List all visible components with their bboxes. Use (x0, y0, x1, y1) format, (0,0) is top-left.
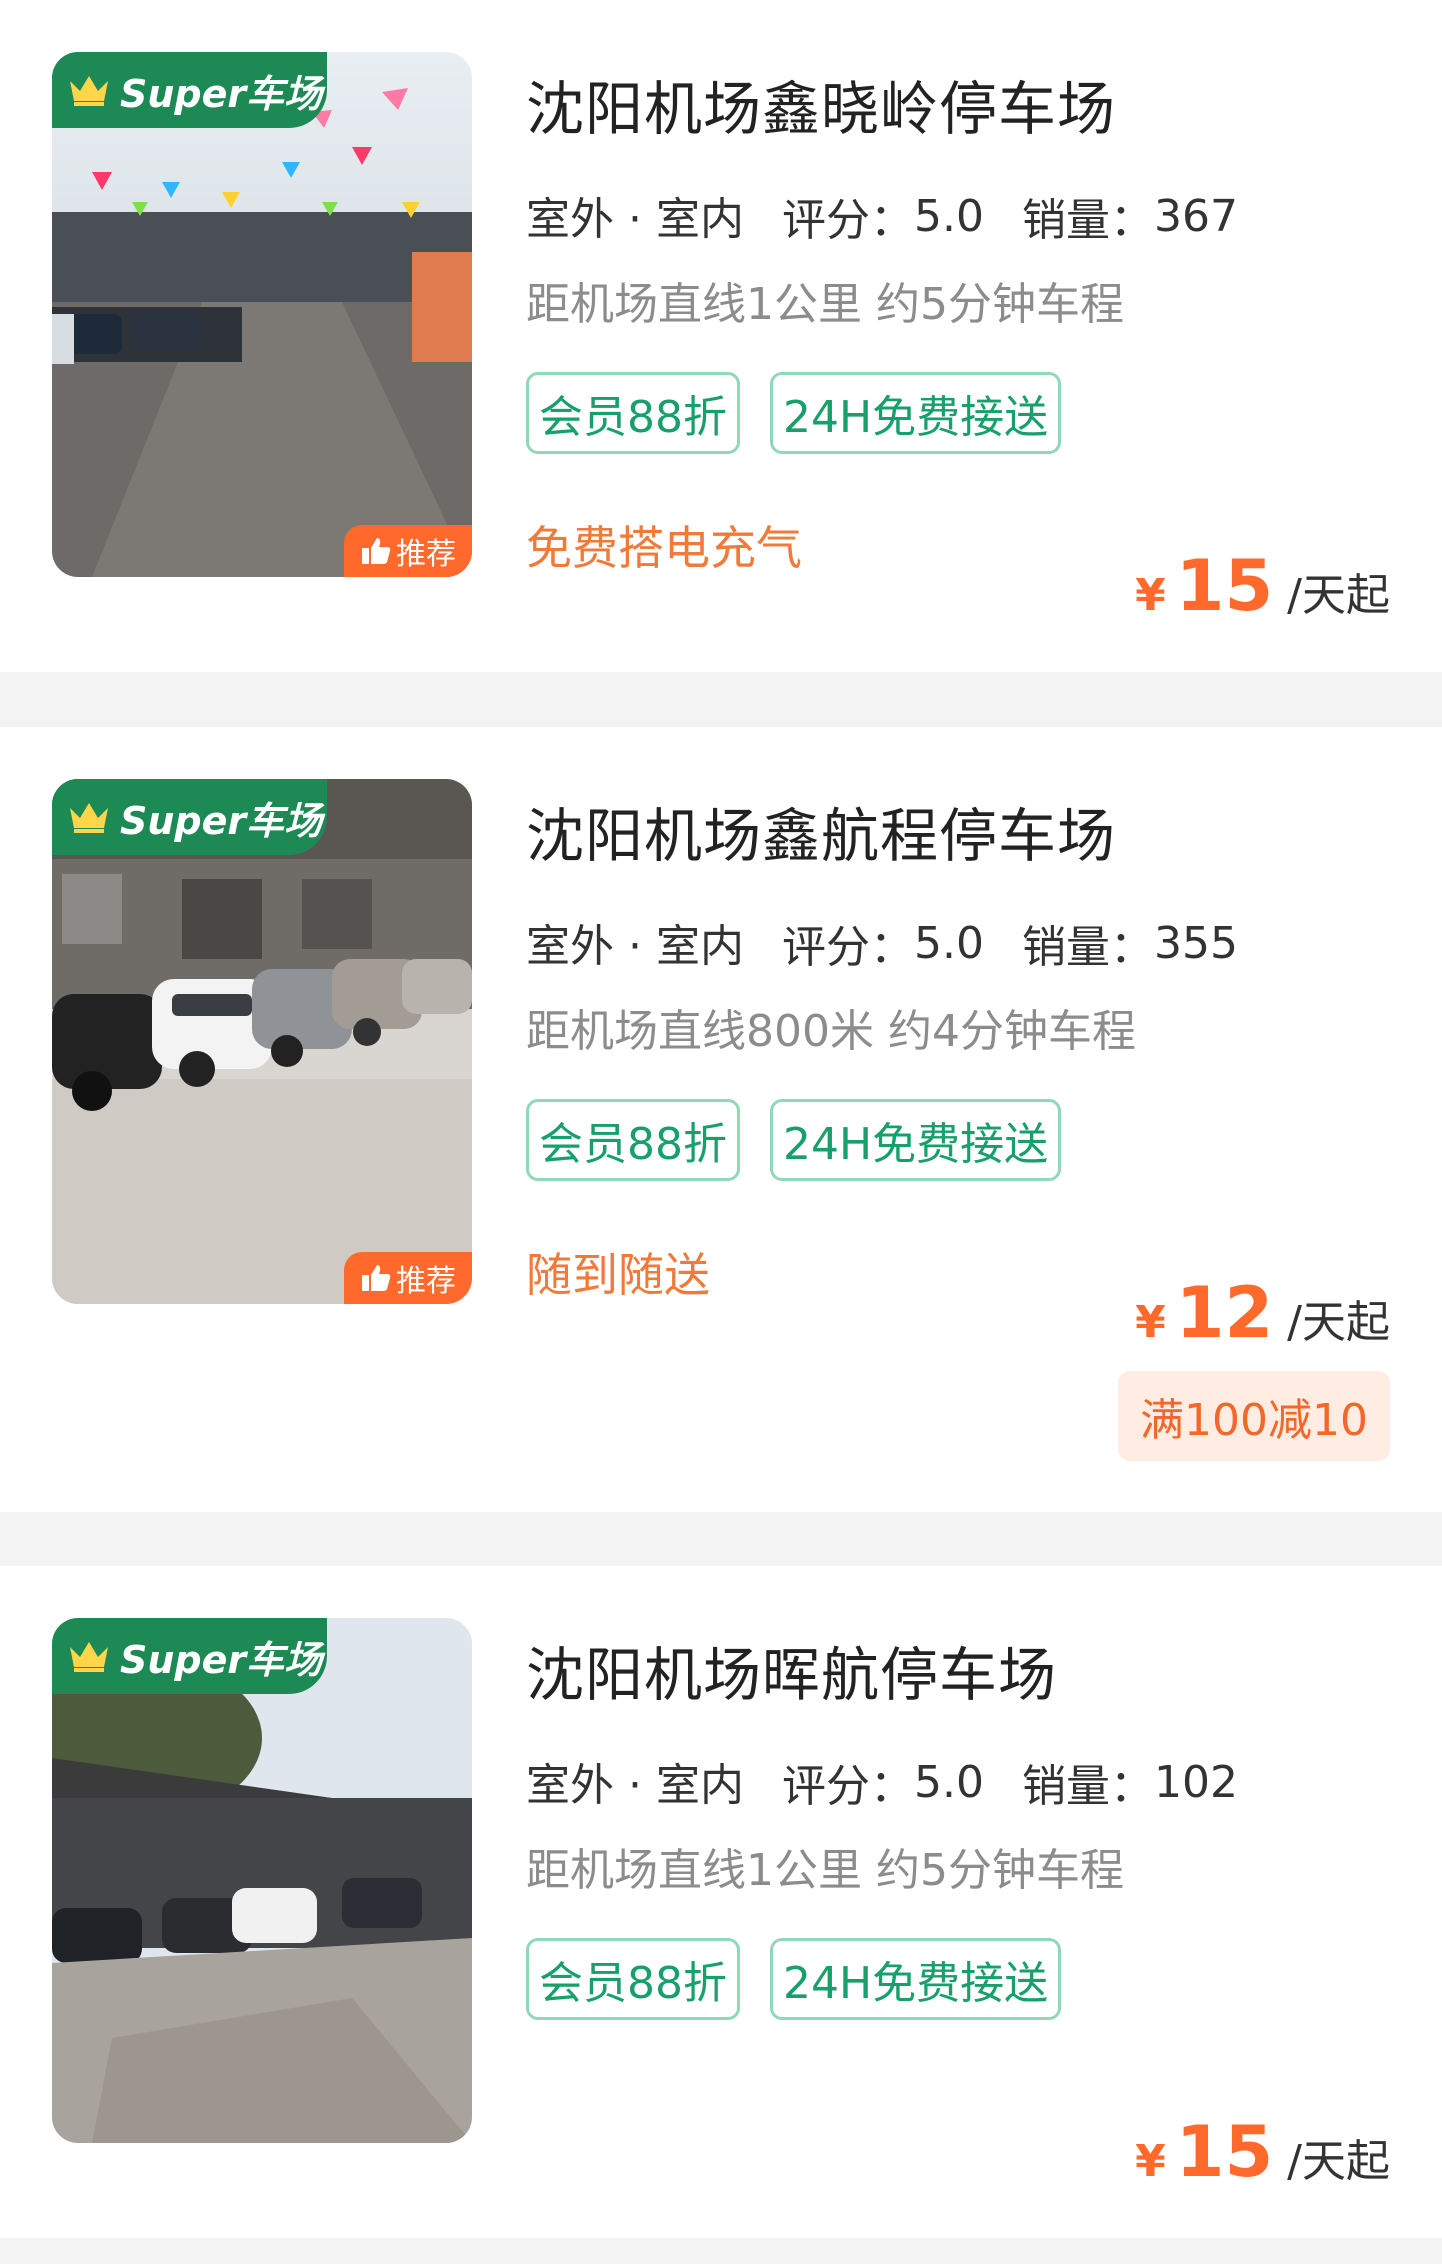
price-currency: ¥ (1135, 2136, 1166, 2187)
tag-list: 会员88折 24H免费接送 (526, 1099, 1062, 1181)
parking-photo-image (52, 779, 472, 1304)
location-type: 室外 · 室内 (526, 910, 744, 976)
parking-lot-meta: 室外 · 室内 评分： 5.0 销量： 367 (526, 183, 1238, 249)
sales-label: 销量： (1021, 195, 1154, 246)
tag-free-shuttle: 24H免费接送 (770, 1099, 1062, 1181)
price-unit: /天起 (1287, 570, 1390, 621)
sales-value: 102 (1153, 1756, 1238, 1808)
crown-icon (70, 76, 108, 106)
tag-list: 会员88折 24H免费接送 (526, 1938, 1062, 2020)
parking-photo[interactable]: Super车场 (52, 1618, 472, 2143)
price-value: 15 (1175, 2111, 1274, 2193)
crown-icon (70, 1642, 108, 1672)
location-type: 室外 · 室内 (526, 1749, 744, 1815)
distance-info: 距机场直线1公里 约5分钟车程 (526, 279, 1124, 330)
tag-member-discount: 会员88折 (526, 1938, 740, 2020)
price-currency: ¥ (1135, 570, 1166, 621)
parking-photo-image (52, 1618, 472, 2143)
parking-photo[interactable]: Super车场 推荐 (52, 779, 472, 1304)
sales-label: 销量： (1021, 922, 1154, 973)
parking-lot-meta: 室外 · 室内 评分： 5.0 销量： 355 (526, 910, 1238, 976)
super-lot-label: Super车场 (120, 71, 323, 116)
parking-card[interactable]: Super车场 推荐 沈阳机场鑫航程停车场 室外 · 室内 评分： 5.0 销量… (0, 727, 1442, 1512)
thumbs-up-icon (362, 1265, 391, 1291)
price-value: 12 (1175, 1272, 1274, 1354)
super-lot-badge: Super车场 (52, 1618, 327, 1694)
parking-photo[interactable]: Super车场 推荐 (52, 52, 472, 577)
parking-card[interactable]: Super车场 沈阳机场晖航停车场 室外 · 室内 评分： 5.0 销量： 10… (0, 1566, 1442, 2238)
price: ¥ 15 /天起 (1135, 545, 1390, 627)
promo-badge: 满100减10 (1118, 1371, 1390, 1461)
rating-value: 5.0 (913, 1756, 984, 1808)
parking-lot-title: 沈阳机场鑫晓岭停车场 (526, 75, 1117, 143)
super-lot-label: Super车场 (120, 1637, 323, 1682)
rating-value: 5.0 (913, 190, 984, 242)
tag-member-discount: 会员88折 (526, 1099, 740, 1181)
rating-label: 评分： (781, 1761, 914, 1812)
recommend-badge: 推荐 (344, 1252, 472, 1304)
parking-card[interactable]: Super车场 推荐 沈阳机场鑫晓岭停车场 室外 · 室内 评分： 5.0 销量… (0, 0, 1442, 672)
super-lot-badge: Super车场 (52, 779, 327, 855)
parking-lot-list: Super车场 推荐 沈阳机场鑫晓岭停车场 室外 · 室内 评分： 5.0 销量… (0, 0, 1442, 2264)
price: ¥ 15 /天起 (1135, 2111, 1390, 2193)
price: ¥ 12 /天起 (1135, 1272, 1390, 1354)
parking-lot-title: 沈阳机场鑫航程停车场 (526, 802, 1117, 870)
super-lot-label: Super车场 (120, 798, 323, 843)
location-type: 室外 · 室内 (526, 183, 744, 249)
parking-lot-title: 沈阳机场晖航停车场 (526, 1641, 1058, 1709)
sales-value: 355 (1153, 917, 1238, 969)
tag-free-shuttle: 24H免费接送 (770, 372, 1062, 454)
tag-free-shuttle: 24H免费接送 (770, 1938, 1062, 2020)
distance-info: 距机场直线800米 约4分钟车程 (526, 1006, 1136, 1057)
rating-label: 评分： (781, 195, 914, 246)
recommend-badge: 推荐 (344, 525, 472, 577)
sales-value: 367 (1153, 190, 1238, 242)
sales-label: 销量： (1021, 1761, 1154, 1812)
thumbs-up-icon (362, 538, 391, 564)
rating-value: 5.0 (913, 917, 984, 969)
rating-label: 评分： (781, 922, 914, 973)
tag-member-discount: 会员88折 (526, 372, 740, 454)
price-unit: /天起 (1287, 1297, 1390, 1348)
tag-list: 会员88折 24H免费接送 (526, 372, 1062, 454)
price-unit: /天起 (1287, 2136, 1390, 2187)
price-value: 15 (1175, 545, 1274, 627)
parking-lot-meta: 室外 · 室内 评分： 5.0 销量： 102 (526, 1749, 1238, 1815)
super-lot-badge: Super车场 (52, 52, 327, 128)
service-highlight: 随到随送 (526, 1248, 710, 1302)
recommend-label: 推荐 (396, 537, 456, 572)
parking-photo-image (52, 52, 472, 577)
distance-info: 距机场直线1公里 约5分钟车程 (526, 1845, 1124, 1896)
price-currency: ¥ (1135, 1297, 1166, 1348)
crown-icon (70, 803, 108, 833)
service-highlight: 免费搭电充气 (526, 521, 802, 575)
recommend-label: 推荐 (396, 1264, 456, 1299)
